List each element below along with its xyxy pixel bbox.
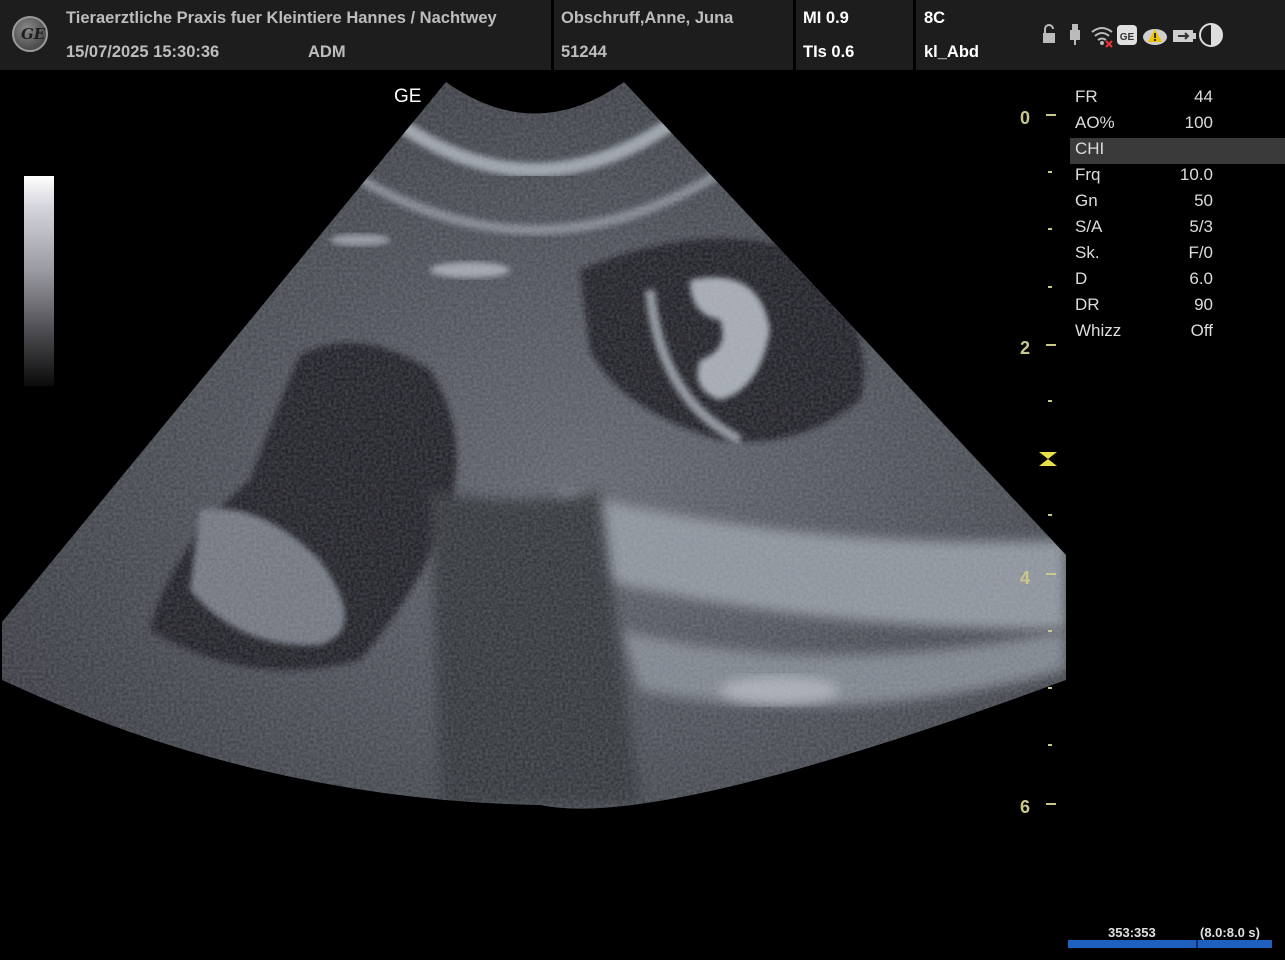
param-value: 5/3 xyxy=(1189,217,1213,236)
depth-tick xyxy=(1048,286,1052,288)
depth-tick xyxy=(1048,171,1052,173)
param-row-ao: AO% 100 xyxy=(1070,112,1285,138)
warning-icon xyxy=(1143,29,1167,45)
param-row-d: D 6.0 xyxy=(1070,268,1285,294)
depth-tick xyxy=(1048,630,1052,632)
param-row-fr: FR 44 xyxy=(1070,86,1285,112)
param-row-frq: Frq 10.0 xyxy=(1070,164,1285,190)
depth-tick xyxy=(1046,114,1056,116)
param-name: FR xyxy=(1075,87,1098,106)
param-name: D xyxy=(1075,269,1088,288)
param-value: 50 xyxy=(1194,191,1213,210)
usb-icon xyxy=(1070,24,1080,45)
param-row-chi[interactable]: CHI xyxy=(1070,138,1285,164)
lock-icon xyxy=(1043,24,1055,43)
cine-marker[interactable] xyxy=(1196,940,1198,948)
ge-logo: GE xyxy=(12,16,48,52)
preset-name: kl_Abd xyxy=(924,43,980,61)
param-row-gn: Gn 50 xyxy=(1070,190,1285,216)
param-value: F/0 xyxy=(1188,243,1213,262)
logo-text: GE xyxy=(21,25,46,43)
cine-duration: (8.0:8.0 s) xyxy=(1200,925,1260,940)
param-value: 10.0 xyxy=(1179,165,1213,184)
orientation-marker: GE xyxy=(394,86,422,107)
wifi-icon xyxy=(1091,27,1113,48)
depth-label-2: 2 xyxy=(1020,338,1031,358)
ultrasound-image[interactable] xyxy=(0,70,1080,830)
depth-label-4: 4 xyxy=(1020,568,1031,588)
param-name: Gn xyxy=(1075,191,1098,210)
mechanical-index: MI 0.9 xyxy=(803,9,849,27)
param-row-sa: S/A 5/3 xyxy=(1070,216,1285,242)
param-name: S/A xyxy=(1075,217,1103,236)
ge-service-icon: GE xyxy=(1117,25,1137,45)
header-divider xyxy=(913,0,916,70)
depth-tick xyxy=(1048,744,1052,746)
param-value: Off xyxy=(1190,321,1213,340)
exam-datetime: 15/07/2025 15:30:36 xyxy=(66,43,220,61)
depth-tick xyxy=(1048,514,1052,516)
depth-tick xyxy=(1048,228,1052,230)
operator-id: ADM xyxy=(308,43,346,61)
cine-progress[interactable] xyxy=(1068,940,1272,948)
param-name: CHI xyxy=(1075,139,1105,158)
depth-ruler: 0 2 4 6 xyxy=(1000,90,1070,830)
param-name: Whizz xyxy=(1075,321,1122,340)
depth-tick xyxy=(1048,687,1052,689)
header-divider xyxy=(793,0,796,70)
depth-tick xyxy=(1046,803,1056,805)
param-row-whizz: Whizz Off xyxy=(1070,320,1285,346)
patient-id: 51244 xyxy=(561,43,607,61)
patient-name: Obschruff,Anne, Juna xyxy=(561,9,734,27)
param-name: Sk. xyxy=(1075,243,1100,262)
param-name: DR xyxy=(1075,295,1100,314)
header-bar: GE Tieraerztliche Praxis fuer Kleintiere… xyxy=(0,0,1285,70)
parameter-panel: FR 44 AO% 100 CHI Frq 10.0 Gn 50 S/A 5/3… xyxy=(1070,86,1285,346)
contrast-icon xyxy=(1199,23,1223,47)
depth-tick xyxy=(1046,344,1056,346)
cine-frame-count: 353:353 xyxy=(1108,925,1156,940)
depth-label-0: 0 xyxy=(1020,108,1031,128)
param-value: 90 xyxy=(1194,295,1213,314)
focus-zone-icon[interactable] xyxy=(1038,451,1058,467)
depth-tick xyxy=(1048,400,1052,402)
param-name: AO% xyxy=(1075,113,1115,132)
param-value: 6.0 xyxy=(1189,269,1213,288)
param-value: 100 xyxy=(1184,113,1213,132)
grayscale-bar xyxy=(24,176,54,386)
param-row-dr: DR 90 xyxy=(1070,294,1285,320)
param-value: 44 xyxy=(1194,87,1213,106)
header-divider xyxy=(551,0,554,70)
depth-label-6: 6 xyxy=(1020,797,1031,817)
param-row-sk: Sk. F/0 xyxy=(1070,242,1285,268)
clinic-name: Tieraerztliche Praxis fuer Kleintiere Ha… xyxy=(66,9,497,27)
battery-plug-icon xyxy=(1173,30,1196,42)
param-name: Frq xyxy=(1075,165,1101,184)
svg-text:GE: GE xyxy=(1120,32,1135,43)
cine-loop-bar[interactable]: 353:353 (8.0:8.0 s) xyxy=(1068,925,1272,949)
thermal-index: TIs 0.6 xyxy=(803,43,855,61)
probe-name: 8C xyxy=(924,9,946,27)
sector-region xyxy=(2,82,1066,809)
depth-tick xyxy=(1046,573,1056,575)
